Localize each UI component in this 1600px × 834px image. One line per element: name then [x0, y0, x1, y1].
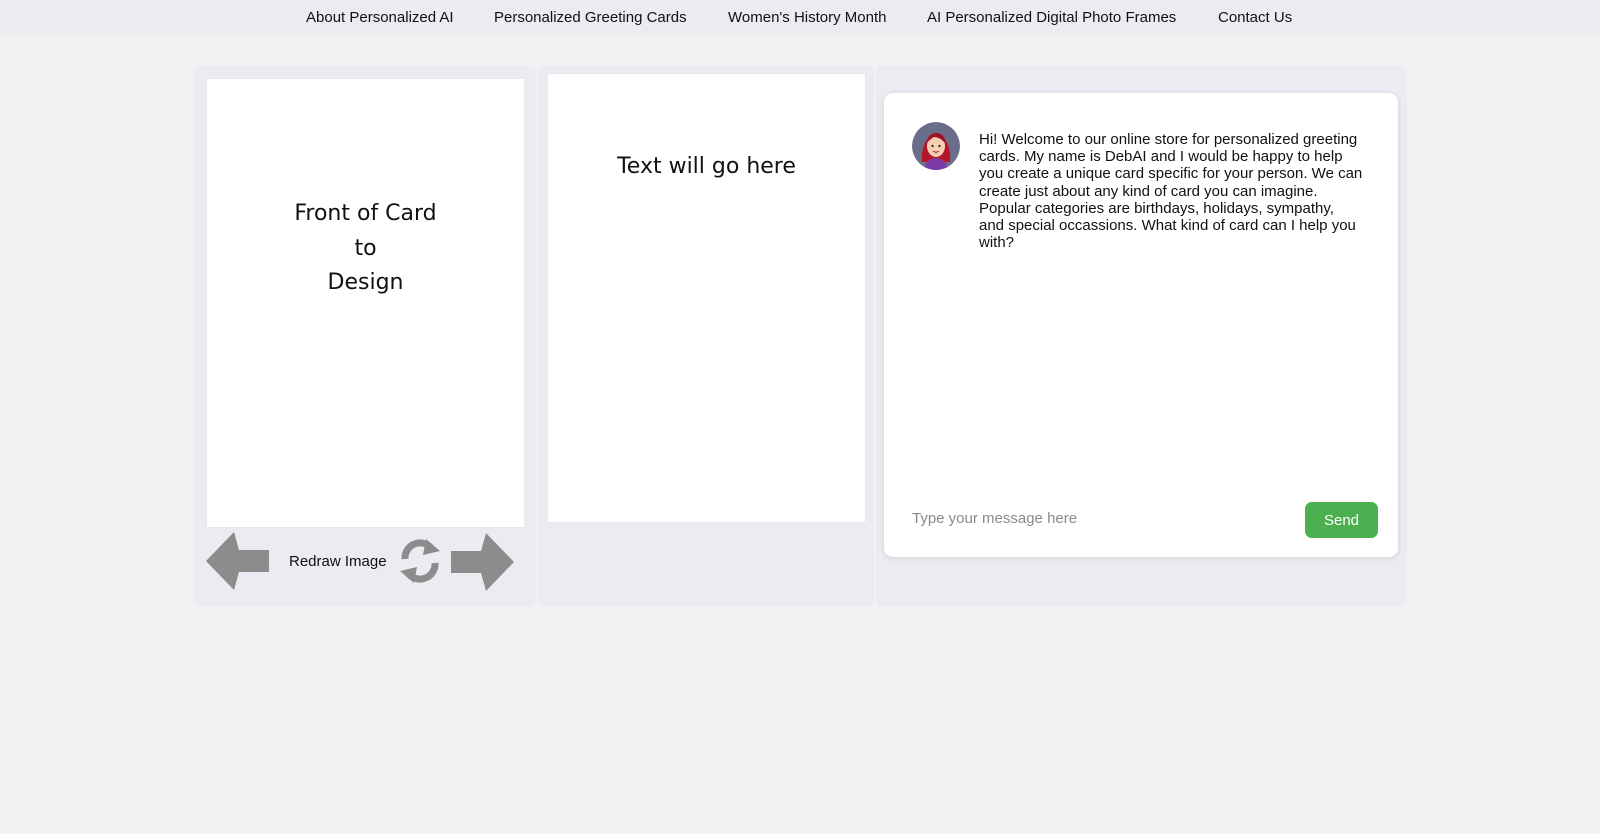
avatar-icon — [912, 122, 960, 170]
chat-window: Hi! Welcome to our online store for pers… — [884, 93, 1398, 557]
top-navigation: About Personalized AI Personalized Greet… — [0, 0, 1600, 35]
nav-item-about-personalized-ai[interactable]: About Personalized AI — [306, 9, 454, 26]
card-front-line: to — [354, 235, 377, 261]
card-front-preview: Front of Card to Design — [207, 79, 524, 527]
card-inside-placeholder: Text will go here — [617, 154, 796, 179]
nav-item-personalized-greeting-cards[interactable]: Personalized Greeting Cards — [494, 9, 687, 26]
card-front-line: Front of Card — [294, 201, 437, 226]
redraw-image-label[interactable]: Redraw Image — [289, 553, 387, 570]
refresh-icon[interactable] — [396, 537, 444, 585]
send-button[interactable]: Send — [1305, 502, 1378, 538]
card-inside-preview: Text will go here — [548, 74, 865, 522]
arrow-right-icon[interactable] — [450, 533, 514, 591]
card-front-placeholder: Front of Card to Design — [207, 197, 524, 301]
nav-item-ai-digital-photo-frames[interactable]: AI Personalized Digital Photo Frames — [927, 9, 1176, 26]
chat-message-input[interactable] — [912, 506, 1282, 530]
chat-message-bot: Hi! Welcome to our online store for pers… — [979, 131, 1363, 252]
card-front-line: Design — [327, 270, 404, 295]
nav-item-contact-us[interactable]: Contact Us — [1218, 9, 1292, 26]
nav-item-womens-history-month[interactable]: Women's History Month — [728, 9, 886, 26]
arrow-left-icon[interactable] — [206, 532, 270, 590]
